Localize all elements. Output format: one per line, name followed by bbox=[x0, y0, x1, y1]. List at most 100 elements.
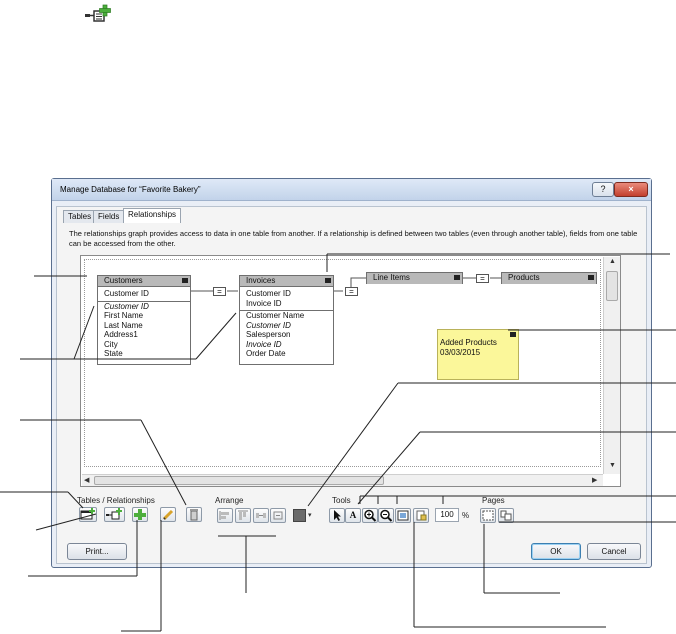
table-title: Products bbox=[508, 273, 540, 282]
collapse-icon[interactable] bbox=[510, 332, 516, 337]
key-field: Invoice ID bbox=[246, 298, 282, 308]
pages-label: Pages bbox=[482, 496, 505, 505]
add-table-button[interactable] bbox=[79, 507, 97, 522]
relationships-graph[interactable]: Customers Customer ID Customer ID First … bbox=[80, 255, 621, 487]
zoom-out-icon bbox=[380, 509, 393, 522]
field-row: Customer ID bbox=[104, 301, 149, 311]
scroll-right-icon[interactable]: ▶ bbox=[592, 476, 597, 484]
horizontal-scrollbar[interactable]: ◀ ▶ bbox=[82, 474, 603, 486]
tab-tables[interactable]: Tables bbox=[63, 210, 97, 223]
relationship-operator[interactable]: = bbox=[213, 287, 226, 296]
table-products[interactable]: Products bbox=[501, 272, 597, 284]
pointer-icon bbox=[334, 510, 341, 521]
table-line-items[interactable]: Line Items bbox=[366, 272, 463, 284]
relationship-operator[interactable]: = bbox=[345, 287, 358, 296]
key-fields: Customer ID Invoice ID bbox=[240, 287, 333, 311]
distribute-button[interactable] bbox=[253, 508, 269, 523]
note-line: 03/03/2015 bbox=[440, 348, 481, 357]
arrange-label: Arrange bbox=[215, 496, 244, 505]
add-relationship-icon bbox=[106, 508, 122, 520]
table-title: Line Items bbox=[373, 273, 410, 282]
key-field: Customer ID bbox=[104, 289, 149, 298]
tools-label: Tools bbox=[332, 496, 351, 505]
collapse-icon[interactable] bbox=[454, 275, 460, 280]
table-header[interactable]: Invoices bbox=[240, 276, 333, 287]
collapse-icon[interactable] bbox=[588, 275, 594, 280]
zoom-in-button[interactable] bbox=[362, 508, 378, 523]
duplicate-icon bbox=[134, 509, 146, 520]
text-tool-button[interactable]: A bbox=[345, 508, 361, 523]
vertical-scrollbar[interactable]: ▲ ▼ bbox=[603, 257, 620, 474]
pointer-tool-button[interactable] bbox=[329, 508, 345, 523]
field-row: Address1 bbox=[104, 330, 138, 339]
align-center-button[interactable] bbox=[235, 508, 251, 523]
align-top-icon bbox=[238, 510, 248, 520]
zoom-out-button[interactable] bbox=[378, 508, 394, 523]
field-row: Last Name bbox=[104, 320, 143, 330]
collapse-icon[interactable] bbox=[325, 278, 331, 283]
edit-button[interactable] bbox=[160, 507, 176, 522]
scroll-up-icon[interactable]: ▲ bbox=[609, 258, 616, 265]
scroll-left-icon[interactable]: ◀ bbox=[84, 476, 89, 484]
text-note[interactable]: Added Products 03/03/2015 bbox=[437, 329, 519, 380]
trash-icon bbox=[190, 509, 198, 521]
ok-button[interactable]: OK bbox=[531, 543, 581, 560]
table-title: Invoices bbox=[246, 276, 276, 285]
field-row: Invoice ID bbox=[246, 339, 282, 349]
dialog-title: Manage Database for “Favorite Bakery” bbox=[60, 185, 201, 194]
manage-database-dialog: Manage Database for “Favorite Bakery” ? … bbox=[51, 178, 652, 568]
cancel-button[interactable]: Cancel bbox=[587, 543, 641, 560]
zoom-percentage-field[interactable]: 100 bbox=[435, 508, 459, 522]
zoom-to-fit-button[interactable] bbox=[395, 508, 411, 523]
resize-button[interactable] bbox=[270, 508, 286, 523]
relationship-operator[interactable]: = bbox=[476, 274, 489, 283]
table-header[interactable]: Customers bbox=[98, 276, 190, 287]
help-button[interactable]: ? bbox=[592, 182, 614, 197]
color-swatch[interactable] bbox=[293, 509, 306, 522]
title-bar: Manage Database for “Favorite Bakery” ? … bbox=[52, 179, 651, 201]
page-setup-pages-button[interactable] bbox=[498, 508, 514, 523]
field-row: State bbox=[104, 349, 123, 358]
add-table-icon bbox=[80, 508, 95, 520]
field-row: Customer ID bbox=[246, 320, 291, 330]
scroll-down-icon[interactable]: ▼ bbox=[609, 462, 616, 469]
print-button[interactable]: Print... bbox=[67, 543, 127, 560]
tab-relationships[interactable]: Relationships bbox=[123, 208, 182, 223]
field-row: Customer Name bbox=[246, 311, 305, 320]
show-page-breaks-button[interactable] bbox=[480, 508, 496, 523]
pencil-icon bbox=[162, 509, 174, 521]
close-button[interactable]: × bbox=[614, 182, 648, 197]
pages-icon bbox=[500, 510, 512, 521]
resize-icon bbox=[273, 511, 283, 520]
tables-relationships-label: Tables / Relationships bbox=[77, 496, 155, 505]
collapse-icon[interactable] bbox=[182, 278, 188, 283]
table-header[interactable]: Products bbox=[502, 273, 596, 284]
zoom-in-icon bbox=[364, 509, 377, 522]
dialog-content: Tables Fields Relationships The relation… bbox=[56, 206, 647, 564]
zoom-unit: % bbox=[462, 511, 470, 520]
duplicate-button[interactable] bbox=[132, 507, 148, 522]
scroll-thumb[interactable] bbox=[606, 271, 618, 301]
field-row: First Name bbox=[104, 311, 144, 320]
distribute-icon bbox=[256, 513, 266, 518]
table-header[interactable]: Line Items bbox=[367, 273, 462, 284]
table-title: Customers bbox=[104, 276, 143, 285]
table-invoices[interactable]: Invoices Customer ID Invoice ID Customer… bbox=[239, 275, 334, 365]
align-left-icon bbox=[219, 511, 229, 520]
page-setup-icon bbox=[416, 510, 427, 521]
field-row: City bbox=[104, 339, 118, 349]
add-relationship-button[interactable] bbox=[104, 507, 125, 522]
chevron-down-icon[interactable]: ▾ bbox=[308, 511, 312, 519]
field-row: Salesperson bbox=[246, 330, 291, 339]
relationships-description: The relationships graph provides access … bbox=[69, 229, 638, 248]
page-breaks-icon bbox=[482, 510, 494, 521]
tab-fields[interactable]: Fields bbox=[93, 210, 125, 223]
page-setup-button[interactable] bbox=[413, 508, 429, 523]
table-customers[interactable]: Customers Customer ID Customer ID First … bbox=[97, 275, 191, 365]
scroll-thumb[interactable] bbox=[94, 476, 384, 485]
field-row: Order Date bbox=[246, 349, 286, 358]
note-line: Added Products bbox=[440, 338, 497, 347]
delete-button[interactable] bbox=[186, 507, 202, 522]
key-fields: Customer ID bbox=[98, 287, 190, 302]
align-left-button[interactable] bbox=[217, 508, 233, 523]
